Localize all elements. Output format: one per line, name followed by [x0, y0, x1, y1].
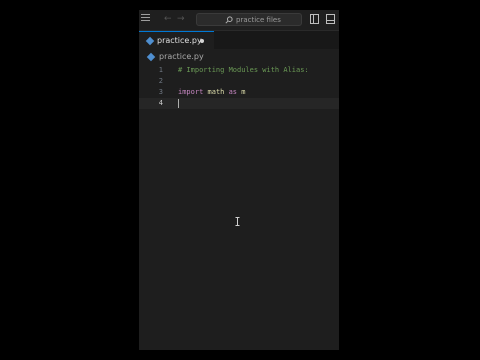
code-editor[interactable]: 1 # Importing Modules with Alias: 2 3 im…	[139, 65, 339, 350]
breadcrumb-file[interactable]: practice.py	[159, 52, 204, 62]
python-file-icon	[146, 52, 156, 62]
line-number: 2	[158, 77, 163, 85]
tab-bar: practice.py	[139, 31, 339, 49]
current-line: 4	[139, 98, 339, 109]
code-line: 2	[139, 76, 339, 87]
forward-arrow-icon[interactable]: →	[177, 14, 185, 24]
code-line: 1 # Importing Modules with Alias:	[139, 65, 339, 76]
module-name: math	[207, 88, 225, 96]
code-comment: # Importing Modules with Alias:	[178, 66, 309, 74]
keyword-as: as	[228, 88, 238, 96]
python-file-icon	[145, 36, 155, 46]
breadcrumb: practice.py	[139, 50, 339, 64]
search-text: practice files	[236, 16, 281, 24]
tab-practice-py[interactable]: practice.py	[139, 31, 214, 49]
search-icon	[225, 16, 233, 24]
line-number: 3	[158, 88, 163, 96]
toggle-primary-sidebar-icon[interactable]	[310, 14, 319, 24]
alias-name: m	[241, 88, 246, 96]
menu-icon[interactable]	[141, 14, 150, 24]
unsaved-dot-icon[interactable]	[200, 39, 204, 43]
line-number: 4	[158, 99, 163, 107]
command-center-search[interactable]: practice files	[196, 13, 302, 26]
text-cursor-icon	[235, 217, 240, 226]
title-bar: ← → practice files	[139, 10, 339, 31]
text-caret	[178, 99, 179, 108]
code-statement: import math as m	[178, 87, 245, 98]
toggle-panel-icon[interactable]	[326, 14, 335, 24]
back-arrow-icon[interactable]: ←	[164, 14, 172, 24]
code-line: 3 import math as m	[139, 87, 339, 98]
editor-window: ← → practice files practice.py practice.…	[139, 10, 339, 350]
tab-label: practice.py	[157, 36, 202, 45]
keyword-import: import	[178, 88, 204, 96]
line-number: 1	[158, 66, 163, 74]
